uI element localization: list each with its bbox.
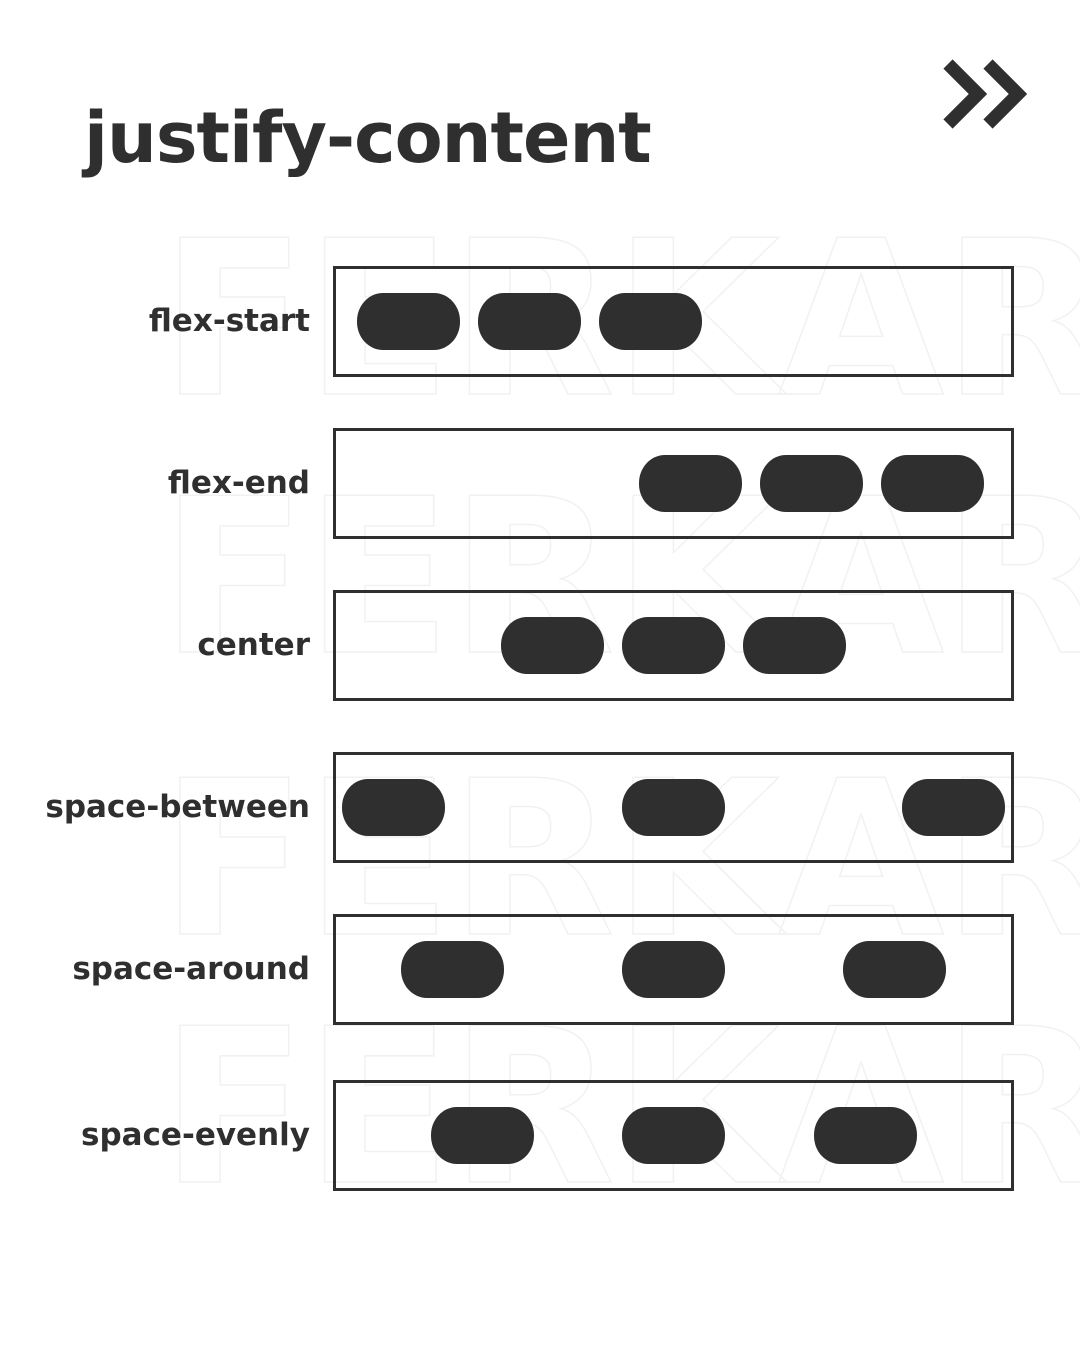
row-label: space-between bbox=[45, 789, 310, 825]
flex-container bbox=[333, 752, 1014, 863]
flex-container bbox=[333, 266, 1014, 377]
row-label: center bbox=[197, 627, 310, 663]
flex-item bbox=[843, 941, 946, 998]
row-space-evenly: space-evenly bbox=[0, 1080, 1080, 1191]
row-space-between: space-between bbox=[0, 752, 1080, 863]
flex-item bbox=[357, 293, 460, 350]
row-label: space-evenly bbox=[81, 1117, 310, 1153]
flex-item bbox=[743, 617, 846, 674]
flex-item bbox=[813, 1107, 917, 1164]
flex-item bbox=[881, 455, 984, 512]
flex-item bbox=[478, 293, 581, 350]
row-label: flex-start bbox=[148, 303, 310, 339]
row-center: center bbox=[0, 590, 1080, 701]
page-title: justify-content bbox=[84, 97, 652, 179]
flex-item bbox=[622, 941, 725, 998]
flex-item bbox=[760, 455, 863, 512]
flex-container bbox=[333, 428, 1014, 539]
row-flex-start: flex-start bbox=[0, 266, 1080, 377]
flex-container bbox=[333, 914, 1014, 1025]
next-slide-button[interactable] bbox=[938, 56, 1038, 136]
flex-item bbox=[902, 779, 1005, 836]
flex-item bbox=[622, 779, 725, 836]
flex-item bbox=[501, 617, 604, 674]
flex-item bbox=[342, 779, 445, 836]
flex-item bbox=[430, 1107, 534, 1164]
row-label: space-around bbox=[72, 951, 310, 987]
row-label: flex-end bbox=[167, 465, 310, 501]
flex-item bbox=[639, 455, 742, 512]
flex-item bbox=[599, 293, 702, 350]
flex-container bbox=[333, 1080, 1014, 1191]
row-flex-end: flex-end bbox=[0, 428, 1080, 539]
flex-container bbox=[333, 590, 1014, 701]
double-chevron-right-icon bbox=[943, 59, 1028, 129]
flex-item bbox=[401, 941, 504, 998]
row-space-around: space-around bbox=[0, 914, 1080, 1025]
flex-item bbox=[622, 617, 725, 674]
flex-item bbox=[622, 1107, 725, 1164]
